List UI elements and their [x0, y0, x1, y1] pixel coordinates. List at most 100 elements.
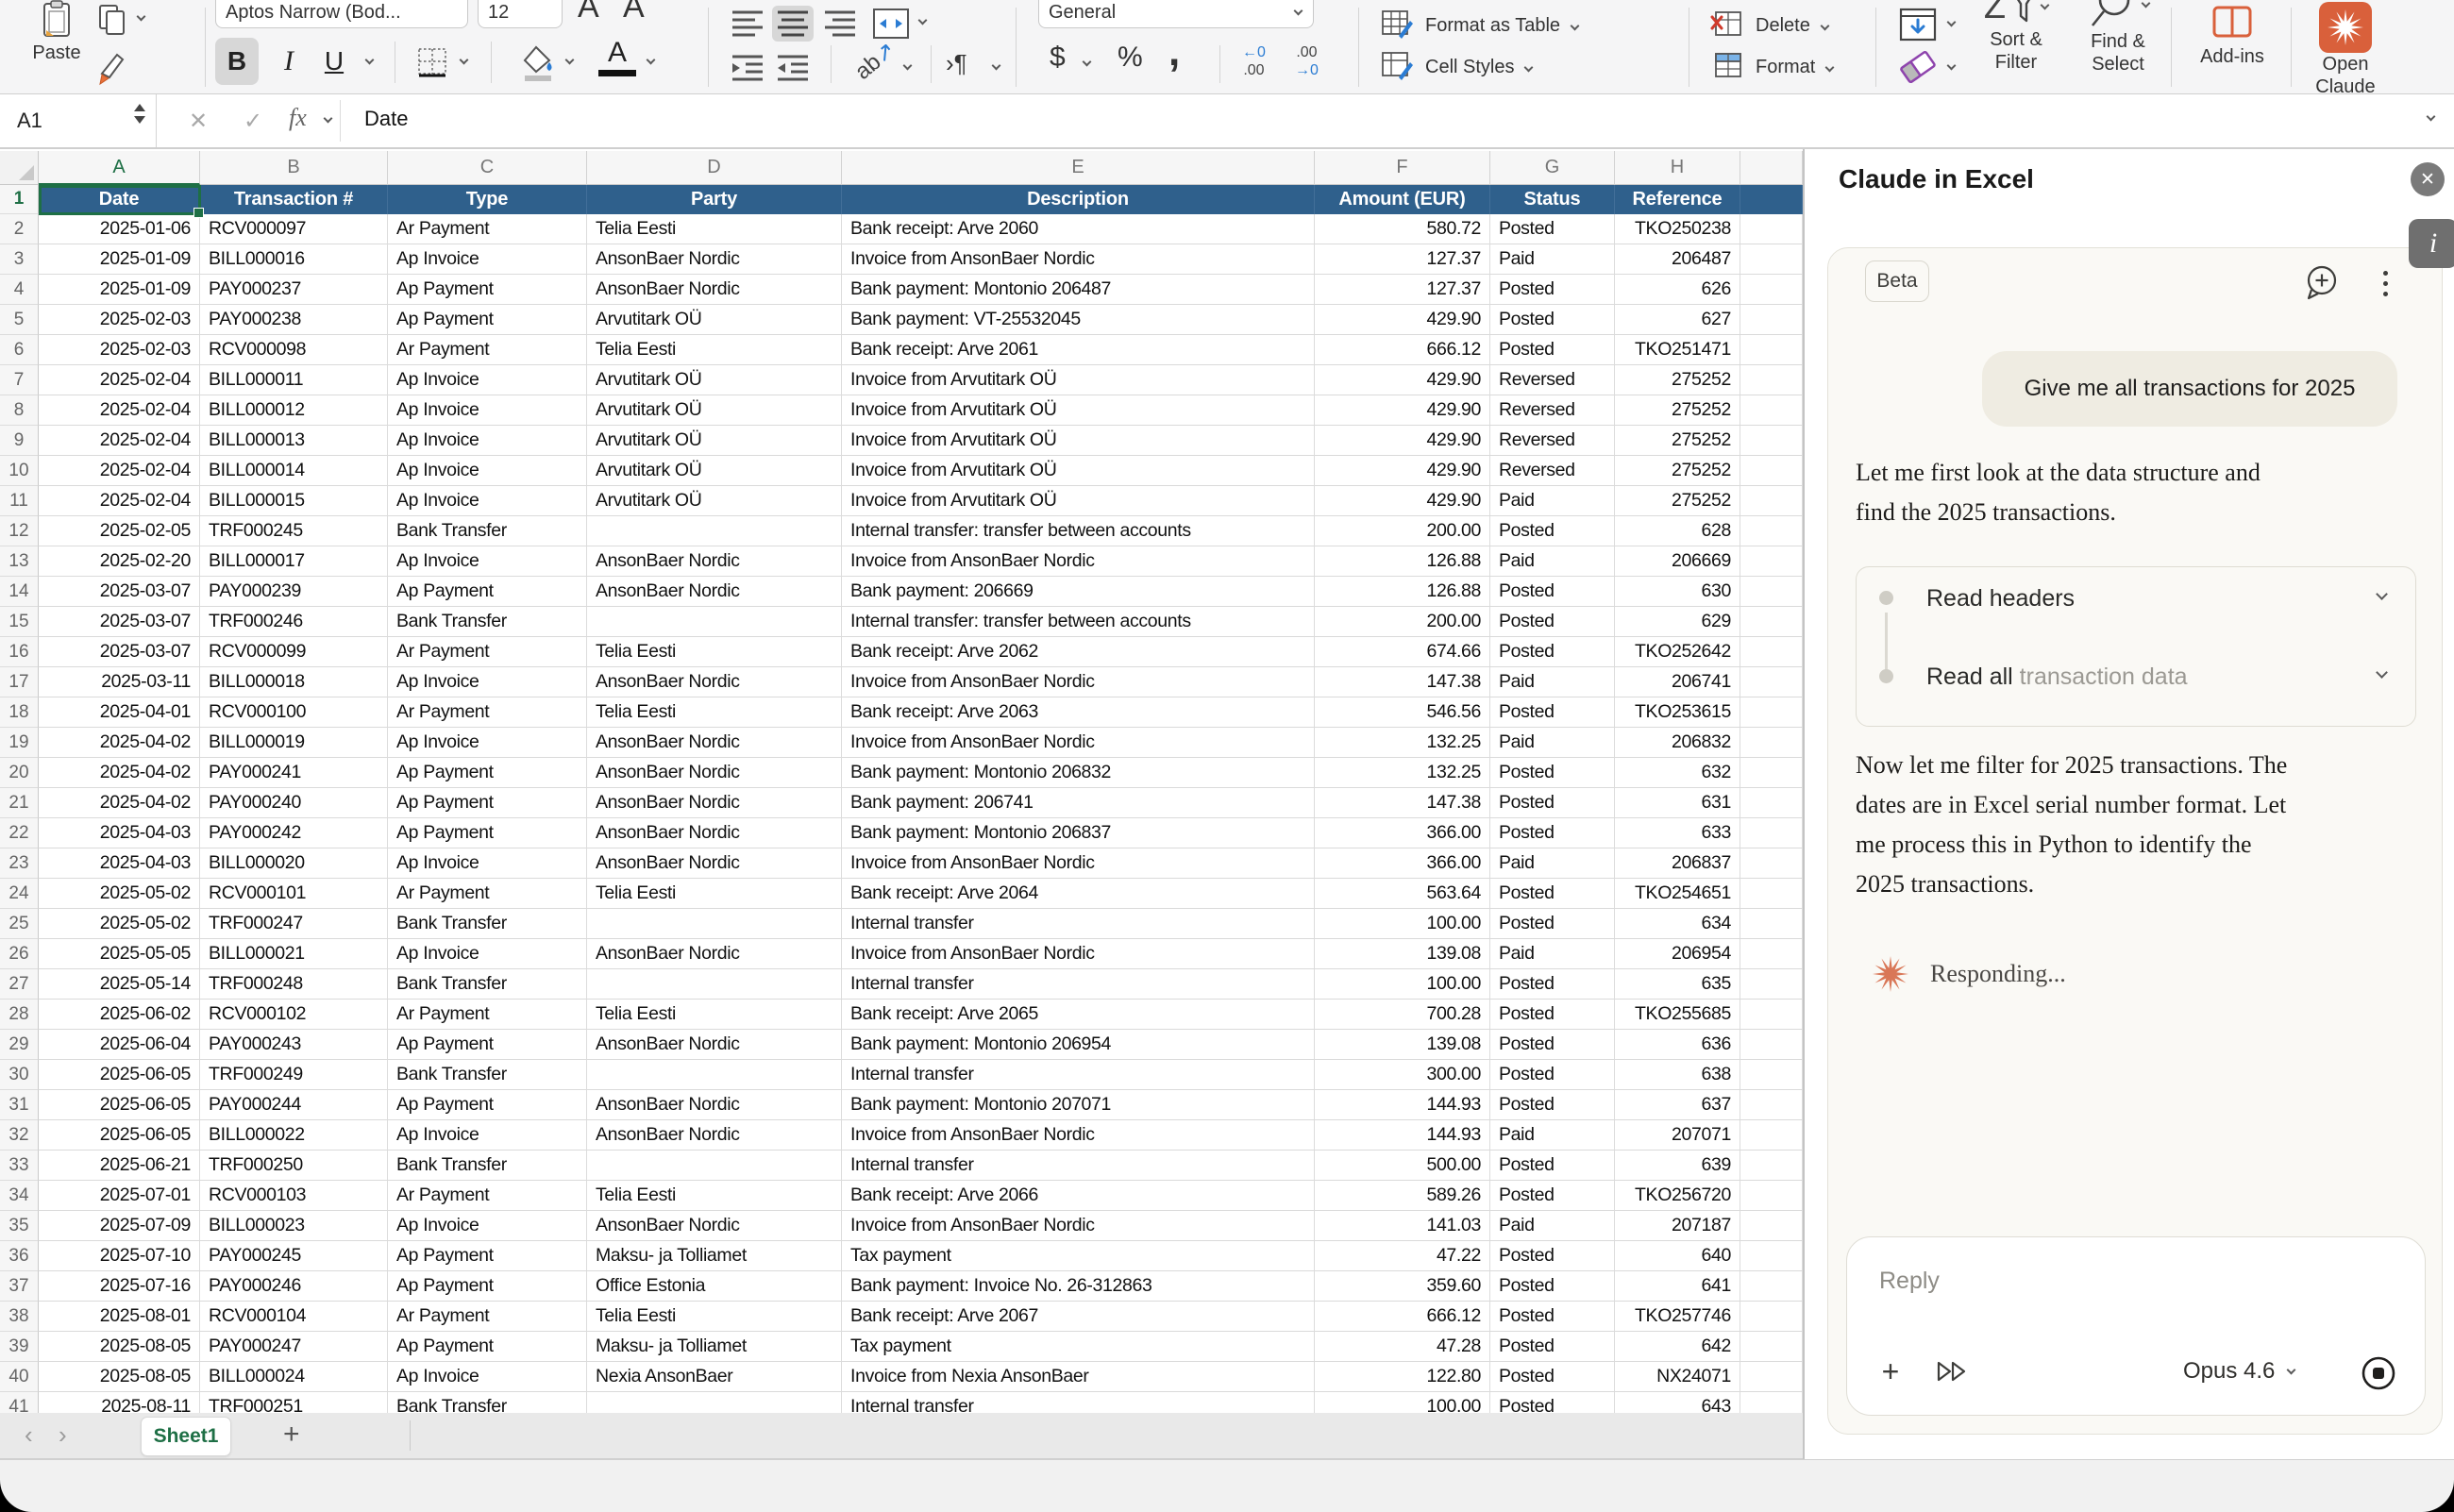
cell-C1[interactable]: Type: [388, 185, 587, 214]
row-header-33[interactable]: 33: [0, 1151, 39, 1181]
row-header-14[interactable]: 14: [0, 577, 39, 607]
cell-H8[interactable]: 275252: [1615, 395, 1740, 426]
row-header-12[interactable]: 12: [0, 516, 39, 546]
fx-icon[interactable]: fx: [289, 104, 307, 132]
addins-button[interactable]: Add-ins: [2190, 4, 2275, 68]
fill-color-dropdown-icon[interactable]: [565, 56, 575, 65]
cell-C16[interactable]: Ar Payment: [388, 637, 587, 667]
cell-C21[interactable]: Ap Payment: [388, 788, 587, 818]
cell-B12[interactable]: TRF000245: [200, 516, 388, 546]
cell-C38[interactable]: Ar Payment: [388, 1302, 587, 1332]
cell-D3[interactable]: AnsonBaer Nordic: [587, 244, 842, 275]
cell-B32[interactable]: BILL000022: [200, 1120, 388, 1151]
cell-B34[interactable]: RCV000103: [200, 1181, 388, 1211]
number-format-box[interactable]: General: [1038, 0, 1314, 28]
cell-E34[interactable]: Bank receipt: Arve 2066: [842, 1181, 1315, 1211]
cell-F23[interactable]: 366.00: [1315, 848, 1490, 879]
cell-H4[interactable]: 626: [1615, 275, 1740, 305]
row-header-23[interactable]: 23: [0, 848, 39, 879]
cell-G21[interactable]: Posted: [1490, 788, 1615, 818]
column-header-D[interactable]: D: [587, 151, 842, 185]
cell-E17[interactable]: Invoice from AnsonBaer Nordic: [842, 667, 1315, 697]
cell-I24[interactable]: [1740, 879, 1803, 909]
merge-center-icon[interactable]: [870, 6, 912, 46]
column-header-E[interactable]: E: [842, 151, 1315, 185]
cell-H37[interactable]: 641: [1615, 1271, 1740, 1302]
cell-G12[interactable]: Posted: [1490, 516, 1615, 546]
cell-E22[interactable]: Bank payment: Montonio 206837: [842, 818, 1315, 848]
cell-H24[interactable]: TKO254651: [1615, 879, 1740, 909]
fill-down-icon[interactable]: [1897, 8, 1939, 50]
cell-D41[interactable]: [587, 1392, 842, 1413]
cell-E7[interactable]: Invoice from Arvutitark OÜ: [842, 365, 1315, 395]
name-box-spinner[interactable]: [134, 104, 145, 124]
new-chat-button[interactable]: [2300, 262, 2342, 309]
cell-B28[interactable]: RCV000102: [200, 1000, 388, 1030]
cell-G36[interactable]: Posted: [1490, 1241, 1615, 1271]
cell-E32[interactable]: Invoice from AnsonBaer Nordic: [842, 1120, 1315, 1151]
cell-I19[interactable]: [1740, 728, 1803, 758]
cell-C22[interactable]: Ap Payment: [388, 818, 587, 848]
cell-H39[interactable]: 642: [1615, 1332, 1740, 1362]
cell-E10[interactable]: Invoice from Arvutitark OÜ: [842, 456, 1315, 486]
cell-D28[interactable]: Telia Eesti: [587, 1000, 842, 1030]
cell-B40[interactable]: BILL000024: [200, 1362, 388, 1392]
cell-F11[interactable]: 429.90: [1315, 486, 1490, 516]
row-header-19[interactable]: 19: [0, 728, 39, 758]
row-header-28[interactable]: 28: [0, 1000, 39, 1030]
cell-E26[interactable]: Invoice from AnsonBaer Nordic: [842, 939, 1315, 969]
cell-I34[interactable]: [1740, 1181, 1803, 1211]
cell-D16[interactable]: Telia Eesti: [587, 637, 842, 667]
cell-H1[interactable]: Reference: [1615, 185, 1740, 214]
cell-C30[interactable]: Bank Transfer: [388, 1060, 587, 1090]
model-picker[interactable]: Opus 4.6: [2183, 1358, 2294, 1385]
cell-G35[interactable]: Paid: [1490, 1211, 1615, 1241]
format-button[interactable]: Format: [1710, 49, 1833, 86]
cell-B33[interactable]: TRF000250: [200, 1151, 388, 1181]
row-header-4[interactable]: 4: [0, 275, 39, 305]
cell-C15[interactable]: Bank Transfer: [388, 607, 587, 637]
cell-F31[interactable]: 144.93: [1315, 1090, 1490, 1120]
cell-C6[interactable]: Ar Payment: [388, 335, 587, 365]
cell-I14[interactable]: [1740, 577, 1803, 607]
font-color-icon[interactable]: A: [597, 38, 638, 76]
orientation-dropdown-icon[interactable]: [903, 61, 913, 71]
cell-G37[interactable]: Posted: [1490, 1271, 1615, 1302]
column-header-partial[interactable]: [1740, 151, 1803, 185]
cell-F17[interactable]: 147.38: [1315, 667, 1490, 697]
cell-I23[interactable]: [1740, 848, 1803, 879]
cell-D30[interactable]: [587, 1060, 842, 1090]
cell-G31[interactable]: Posted: [1490, 1090, 1615, 1120]
cell-A28[interactable]: 2025-06-02: [39, 1000, 200, 1030]
cell-F13[interactable]: 126.88: [1315, 546, 1490, 577]
cell-I30[interactable]: [1740, 1060, 1803, 1090]
cell-F4[interactable]: 127.37: [1315, 275, 1490, 305]
row-header-25[interactable]: 25: [0, 909, 39, 939]
cell-B41[interactable]: TRF000251: [200, 1392, 388, 1413]
cell-G5[interactable]: Posted: [1490, 305, 1615, 335]
row-header-5[interactable]: 5: [0, 305, 39, 335]
cell-B5[interactable]: PAY000238: [200, 305, 388, 335]
cell-E20[interactable]: Bank payment: Montonio 206832: [842, 758, 1315, 788]
increase-indent-icon[interactable]: [774, 53, 812, 90]
row-header-3[interactable]: 3: [0, 244, 39, 275]
cell-D8[interactable]: Arvutitark OÜ: [587, 395, 842, 426]
cell-D2[interactable]: Telia Eesti: [587, 214, 842, 244]
cell-G9[interactable]: Reversed: [1490, 426, 1615, 456]
cell-A22[interactable]: 2025-04-03: [39, 818, 200, 848]
cell-B21[interactable]: PAY000240: [200, 788, 388, 818]
column-header-F[interactable]: F: [1315, 151, 1490, 185]
cell-B14[interactable]: PAY000239: [200, 577, 388, 607]
cell-F33[interactable]: 500.00: [1315, 1151, 1490, 1181]
cell-C29[interactable]: Ap Payment: [388, 1030, 587, 1060]
cell-G2[interactable]: Posted: [1490, 214, 1615, 244]
cell-F38[interactable]: 666.12: [1315, 1302, 1490, 1332]
find-select-button[interactable]: Find & Select: [2069, 0, 2167, 76]
cell-D1[interactable]: Party: [587, 185, 842, 214]
cell-E13[interactable]: Invoice from AnsonBaer Nordic: [842, 546, 1315, 577]
cell-H13[interactable]: 206669: [1615, 546, 1740, 577]
font-size-box[interactable]: 12: [478, 0, 563, 28]
cell-F5[interactable]: 429.90: [1315, 305, 1490, 335]
cell-F29[interactable]: 139.08: [1315, 1030, 1490, 1060]
cell-H40[interactable]: NX24071: [1615, 1362, 1740, 1392]
